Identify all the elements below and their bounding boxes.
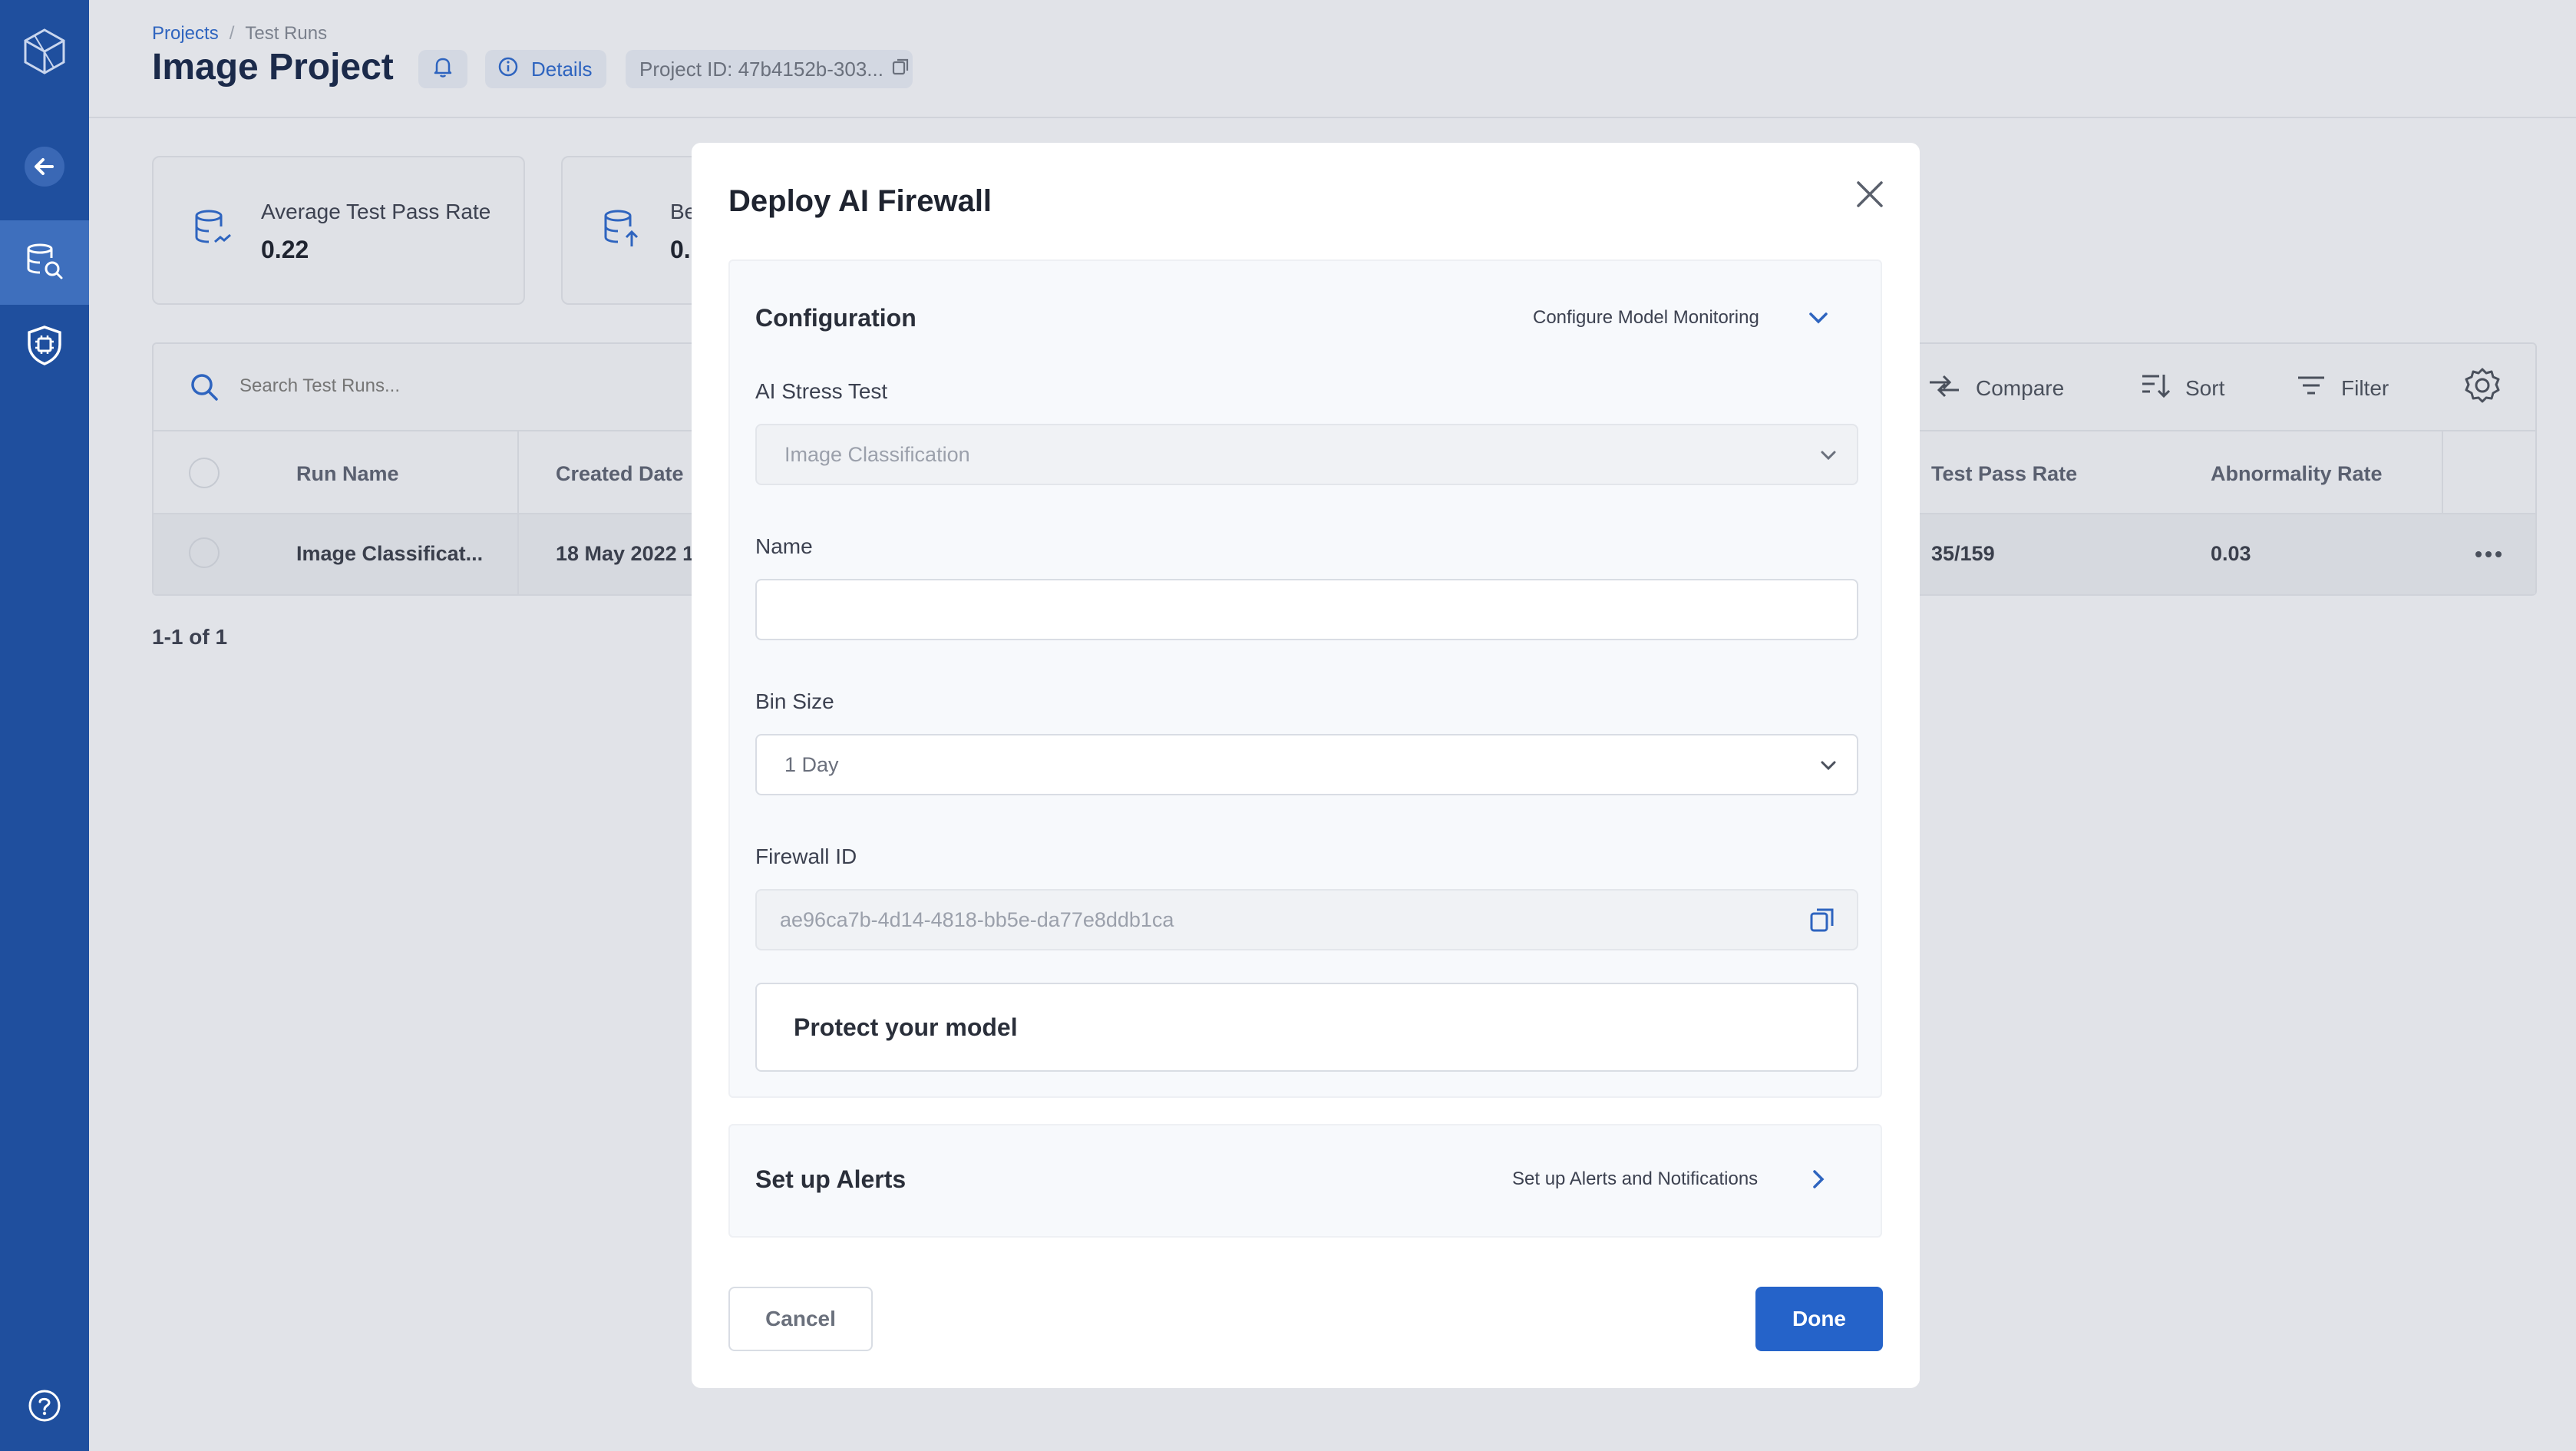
info-icon <box>497 56 519 83</box>
protect-model-panel[interactable]: Protect your model <box>755 983 1858 1072</box>
details-button[interactable]: Details <box>485 50 606 88</box>
column-header-created-date[interactable]: Created Date <box>556 462 684 486</box>
help-circle-icon <box>28 1389 61 1426</box>
compare-button[interactable]: Compare <box>1927 370 2064 406</box>
database-search-icon <box>25 241 64 285</box>
firewall-id-value: ae96ca7b-4d14-4818-bb5e-da77e8ddb1ca <box>780 907 1174 931</box>
notifications-button[interactable] <box>418 50 467 88</box>
page-header: Projects / Test Runs Image Project Detai… <box>89 0 2576 118</box>
stat-card-average-pass-rate: Average Test Pass Rate 0.22 <box>152 156 525 305</box>
bell-icon <box>432 55 454 84</box>
cell-created-date: 18 May 2022 1 <box>556 542 695 565</box>
stat-value: 0. <box>670 236 691 263</box>
chevron-down-icon <box>1817 444 1840 472</box>
project-id-badge: Project ID: 47b4152b-303... <box>626 50 913 88</box>
gear-icon[interactable] <box>2464 367 2501 408</box>
details-label: Details <box>531 57 593 81</box>
sidebar <box>0 0 89 1451</box>
sidebar-item-test-runs[interactable] <box>0 220 89 305</box>
name-input[interactable] <box>755 579 1858 640</box>
help-button[interactable] <box>0 1365 89 1449</box>
firewall-id-label: Firewall ID <box>755 844 857 868</box>
sidebar-item-firewall[interactable] <box>0 305 89 389</box>
column-divider <box>517 514 519 596</box>
column-header-test-pass-rate[interactable]: Test Pass Rate <box>1931 462 2077 486</box>
search-icon <box>189 372 220 406</box>
database-trend-icon <box>192 208 233 253</box>
compare-arrows-icon <box>1927 370 1962 406</box>
page-title: Image Project <box>152 47 394 88</box>
search-input[interactable] <box>239 367 685 405</box>
chevron-right-icon[interactable] <box>1805 1165 1832 1197</box>
column-header-abnormality-rate[interactable]: Abnormality Rate <box>2211 462 2383 486</box>
modal-title: Deploy AI Firewall <box>728 184 992 218</box>
breadcrumb-current: Test Runs <box>245 23 328 44</box>
select-all-checkbox[interactable] <box>189 458 220 488</box>
copy-icon[interactable] <box>1808 906 1837 940</box>
filter-icon <box>2295 370 2327 406</box>
filter-button[interactable]: Filter <box>2295 370 2389 406</box>
breadcrumb-separator: / <box>229 23 235 44</box>
hexagon-logo-icon[interactable] <box>0 9 89 94</box>
stat-value: 0.22 <box>261 236 309 263</box>
database-upload-icon <box>601 208 642 253</box>
cancel-button[interactable]: Cancel <box>728 1287 873 1351</box>
chevron-down-icon <box>1817 754 1840 782</box>
column-divider <box>517 431 519 513</box>
done-button[interactable]: Done <box>1755 1287 1883 1351</box>
alerts-link[interactable]: Set up Alerts and Notifications <box>1512 1168 1758 1190</box>
firewall-id-field: ae96ca7b-4d14-4818-bb5e-da77e8ddb1ca <box>755 889 1858 950</box>
compare-label: Compare <box>1976 375 2065 400</box>
copy-icon[interactable] <box>891 57 911 82</box>
project-id-text: Project ID: 47b4152b-303... <box>639 57 883 81</box>
stress-test-select[interactable]: Image Classification <box>755 424 1858 485</box>
configuration-heading: Configuration <box>755 304 916 332</box>
column-header-run-name[interactable]: Run Name <box>296 462 399 486</box>
stat-label: Average Test Pass Rate <box>261 200 491 223</box>
cell-test-pass-rate: 35/159 <box>1931 542 1995 565</box>
shield-chip-icon <box>25 325 64 370</box>
name-label: Name <box>755 534 813 558</box>
chevron-down-icon[interactable] <box>1805 304 1832 335</box>
sort-label: Sort <box>2185 375 2225 400</box>
sort-button[interactable]: Sort <box>2139 370 2224 406</box>
stress-test-label: AI Stress Test <box>755 379 888 403</box>
filter-label: Filter <box>2341 375 2389 400</box>
more-options-icon[interactable] <box>2473 539 2504 573</box>
configuration-section: Configuration Configure Model Monitoring… <box>728 259 1882 1098</box>
arrow-left-icon <box>23 145 66 192</box>
row-checkbox[interactable] <box>189 537 220 568</box>
sort-icon <box>2139 370 2171 406</box>
back-button[interactable] <box>0 126 89 210</box>
deploy-firewall-modal: Deploy AI Firewall Configuration Configu… <box>692 143 1920 1388</box>
cell-abnormality-rate: 0.03 <box>2211 542 2251 565</box>
protect-model-label: Protect your model <box>794 1013 1018 1041</box>
bin-size-select[interactable]: 1 Day <box>755 734 1858 795</box>
pagination-text: 1-1 of 1 <box>152 625 228 649</box>
breadcrumb: Projects / Test Runs <box>152 23 327 45</box>
bin-size-label: Bin Size <box>755 689 834 713</box>
alerts-heading: Set up Alerts <box>755 1165 907 1193</box>
close-icon[interactable] <box>1854 178 1886 214</box>
bin-size-value: 1 Day <box>784 752 839 776</box>
alerts-section[interactable]: Set up Alerts Set up Alerts and Notifica… <box>728 1124 1882 1238</box>
breadcrumb-projects-link[interactable]: Projects <box>152 23 219 45</box>
configure-monitoring-link[interactable]: Configure Model Monitoring <box>1533 307 1759 329</box>
cell-run-name: Image Classificat... <box>296 542 484 565</box>
stress-test-value: Image Classification <box>784 442 970 466</box>
